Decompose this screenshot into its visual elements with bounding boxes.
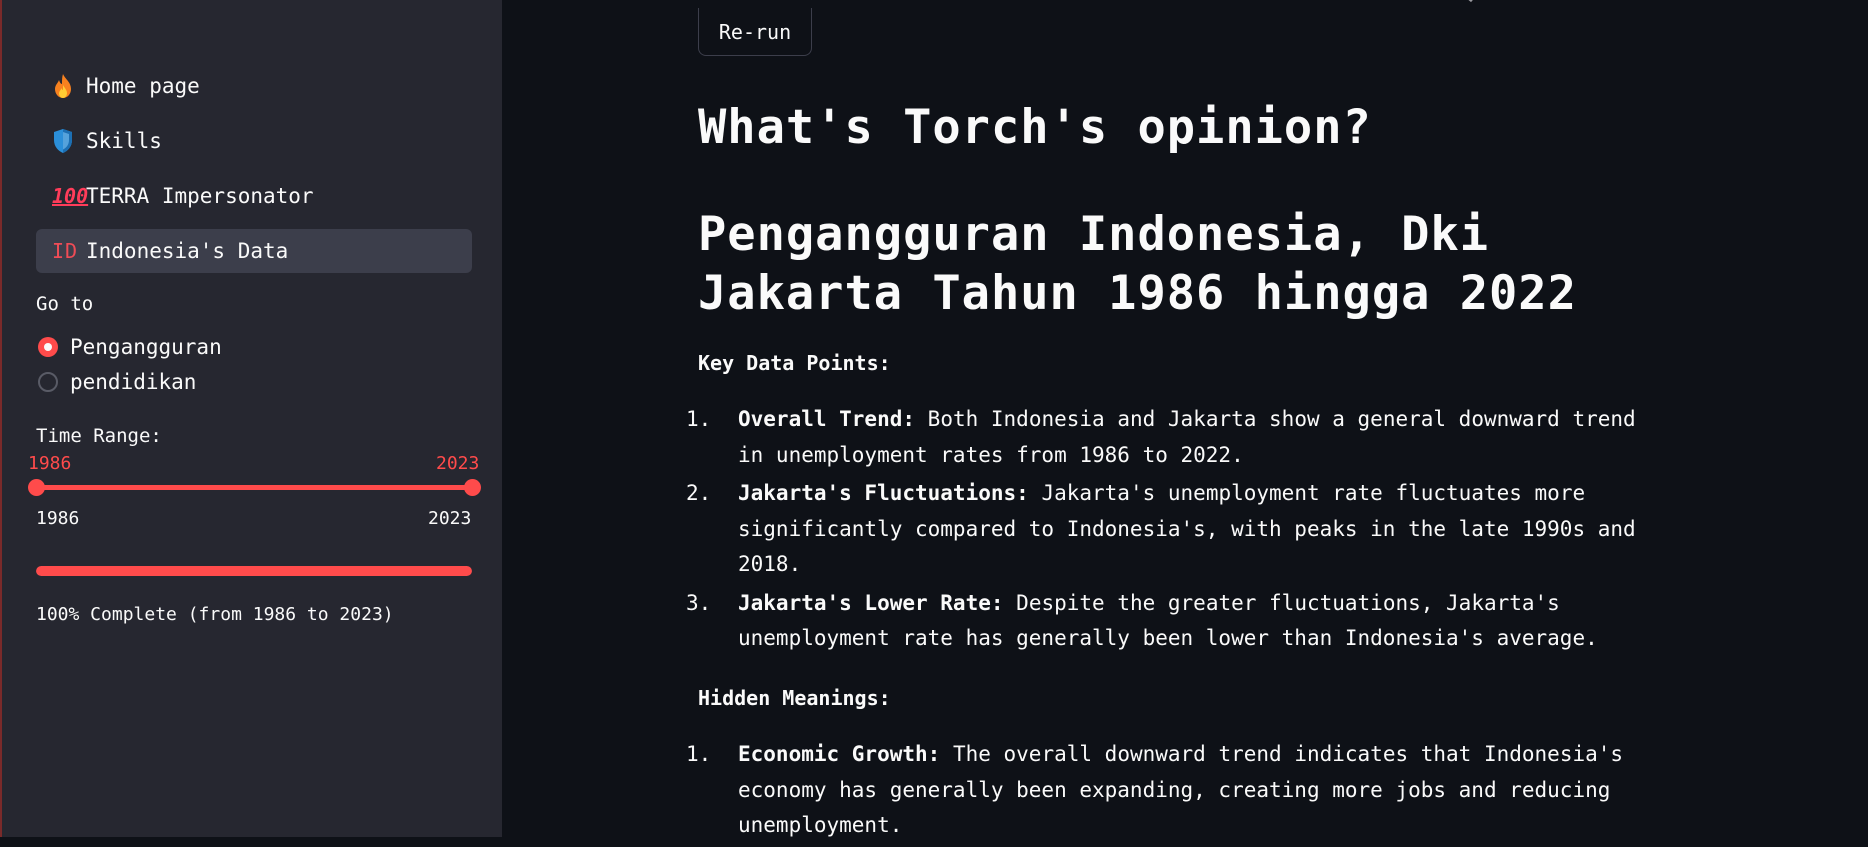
list-item-title: Economic Growth: bbox=[738, 742, 941, 766]
chart-title: Pengangguran Indonesia, Dki Jakarta Tahu… bbox=[698, 205, 1678, 323]
hidden-meanings-heading: Hidden Meanings: bbox=[698, 686, 891, 710]
list-item-title: Overall Trend: bbox=[738, 407, 916, 431]
list-item: 1. Overall Trend: Both Indonesia and Jak… bbox=[686, 402, 1686, 473]
progress-text: 100% Complete (from 1986 to 2023) bbox=[36, 604, 394, 625]
nav-label-home: Home page bbox=[86, 74, 200, 98]
list-number: 1. bbox=[686, 742, 712, 766]
time-range-slider-track[interactable] bbox=[36, 485, 472, 490]
slider-max-label: 2023 bbox=[428, 508, 472, 529]
radio-unselected-icon[interactable] bbox=[38, 372, 58, 392]
goto-label: Go to bbox=[36, 293, 94, 315]
list-item-text-2: economy has generally been expanding, cr… bbox=[738, 777, 1611, 802]
radio-selected-icon[interactable] bbox=[38, 337, 58, 357]
list-item: 1. Economic Growth: The overall downward… bbox=[686, 737, 1686, 844]
radio-pengangguran[interactable]: Pengangguran bbox=[38, 335, 222, 359]
list-number: 1. bbox=[686, 407, 712, 431]
nav-label-terra: TERRA Impersonator bbox=[86, 184, 314, 208]
list-item-text-2: unemployment rate has generally been low… bbox=[738, 626, 1598, 650]
list-item-text-1: The overall downward trend indicates tha… bbox=[952, 742, 1624, 766]
shield-icon bbox=[52, 128, 86, 154]
key-points-heading: Key Data Points: bbox=[698, 351, 891, 375]
list-item-text-2: in unemployment rates from 1986 to 2022. bbox=[738, 442, 1244, 467]
hidden-meanings-list: 1. Economic Growth: The overall downward… bbox=[686, 737, 1686, 847]
search-icon[interactable] bbox=[1452, 0, 1478, 6]
list-item-text-1: Jakarta's unemployment rate fluctuates m… bbox=[1041, 481, 1586, 505]
slider-start-value: 1986 bbox=[28, 453, 72, 474]
nav-label-skills: Skills bbox=[86, 129, 162, 153]
id-flag-icon: ID bbox=[52, 239, 79, 263]
fire-icon bbox=[52, 73, 86, 99]
page-title: What's Torch's opinion? bbox=[698, 100, 1372, 155]
list-item-title: Jakarta's Fluctuations: bbox=[738, 481, 1029, 505]
hundred-points-icon: 100 bbox=[52, 184, 89, 208]
rerun-button[interactable]: Re-run bbox=[698, 8, 812, 56]
list-item-text-1: Both Indonesia and Jakarta show a genera… bbox=[927, 407, 1636, 431]
slider-min-label: 1986 bbox=[36, 508, 80, 529]
progress-bar-fill bbox=[36, 566, 472, 576]
radio-label-pendidikan: pendidikan bbox=[70, 370, 197, 394]
collapse-sidebar-icon[interactable] bbox=[436, 0, 456, 4]
list-item-title: Jakarta's Lower Rate: bbox=[738, 590, 1004, 615]
slider-end-value: 2023 bbox=[436, 453, 480, 474]
list-item: 2. Jakarta's Fluctuations: Jakarta's une… bbox=[686, 476, 1686, 583]
nav-item-home[interactable]: Home page bbox=[36, 64, 472, 108]
key-points-list: 1. Overall Trend: Both Indonesia and Jak… bbox=[686, 402, 1686, 660]
radio-pendidikan[interactable]: pendidikan bbox=[38, 370, 196, 394]
list-item-text-1: Despite the greater fluctuations, Jakart… bbox=[1016, 590, 1560, 615]
nav-label-indonesia: Indonesia's Data bbox=[86, 239, 289, 263]
nav-item-terra-impersonator[interactable]: 100 TERRA Impersonator bbox=[36, 174, 472, 218]
progress-bar bbox=[36, 566, 472, 576]
sidebar: Home page Skills 100 TERRA Impersonator … bbox=[0, 0, 502, 837]
list-number: 2. bbox=[686, 481, 712, 505]
list-item: 3. Jakarta's Lower Rate: Despite the gre… bbox=[686, 586, 1686, 657]
radio-label-pengangguran: Pengangguran bbox=[70, 335, 222, 359]
nav-item-skills[interactable]: Skills bbox=[36, 119, 472, 163]
nav-item-indonesia-data[interactable]: ID Indonesia's Data bbox=[36, 229, 472, 273]
time-range-label: Time Range: bbox=[36, 425, 162, 447]
slider-end-handle[interactable] bbox=[464, 479, 481, 496]
list-item-text-3: 2018. bbox=[738, 552, 802, 576]
slider-start-handle[interactable] bbox=[28, 479, 45, 496]
list-item-text-2: significantly compared to Indonesia's, w… bbox=[738, 516, 1636, 541]
list-number: 3. bbox=[686, 590, 712, 615]
chart-title-line-1: Pengangguran Indonesia, Dki bbox=[698, 207, 1490, 262]
list-item-text-3: unemployment. bbox=[738, 813, 903, 837]
chart-title-line-2: Jakarta Tahun 1986 hingga 2022 bbox=[698, 266, 1577, 321]
